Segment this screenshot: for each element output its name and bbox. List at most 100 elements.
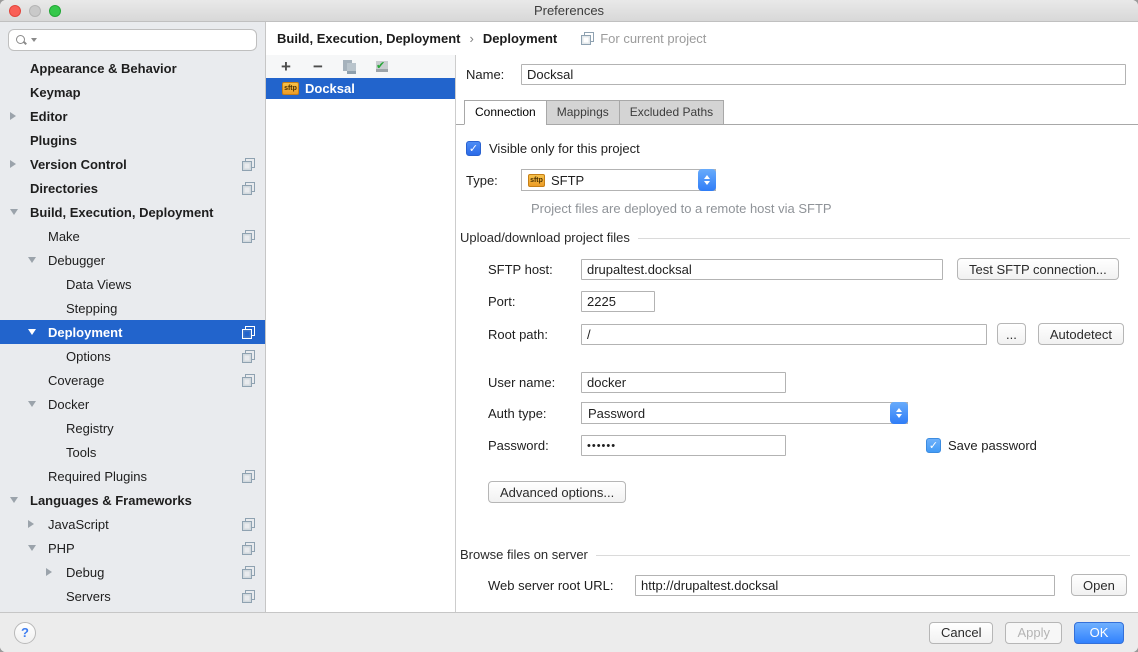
sidebar-item-label: PHP [48, 541, 75, 556]
sidebar-item-label: Registry [66, 421, 114, 436]
tree-down-arrow-icon[interactable] [10, 497, 30, 503]
sftp-type-icon: sftp [528, 174, 545, 187]
for-current-project-icon [242, 326, 255, 339]
sidebar-item-keymap[interactable]: Keymap [0, 80, 265, 104]
tab-mappings[interactable]: Mappings [546, 100, 619, 125]
settings-sidebar: Appearance & Behavior KeymapEditor Plugins… [0, 22, 266, 612]
sidebar-item-appearance-behavior[interactable]: Appearance & Behavior [0, 56, 265, 80]
sidebar-item-javascript[interactable]: JavaScript [0, 512, 265, 536]
copy-server-button[interactable] [342, 59, 358, 75]
sidebar-item-php[interactable]: PHP [0, 536, 265, 560]
sidebar-item-data-views[interactable]: Data Views [0, 272, 265, 296]
tab-connection[interactable]: Connection [464, 100, 546, 125]
type-select[interactable]: sftp SFTP [521, 169, 716, 191]
sidebar-item-servers[interactable]: Servers [0, 584, 265, 608]
tree-down-arrow-icon[interactable] [10, 209, 30, 215]
advanced-options-button[interactable]: Advanced options... [488, 481, 626, 503]
user-name-label: User name: [488, 375, 581, 390]
sidebar-item-label: Plugins [30, 133, 77, 148]
root-path-input[interactable] [581, 324, 987, 345]
port-input[interactable] [581, 291, 655, 312]
sidebar-item-label: Coverage [48, 373, 104, 388]
sidebar-item-tools[interactable]: Tools [0, 440, 265, 464]
web-root-input[interactable] [635, 575, 1055, 596]
zoom-window-button[interactable] [49, 5, 61, 17]
dropdown-stepper-icon [890, 402, 908, 424]
port-label: Port: [488, 294, 581, 309]
sidebar-item-registry[interactable]: Registry [0, 416, 265, 440]
auth-type-label: Auth type: [488, 406, 581, 421]
save-password-checkbox[interactable]: ✓ [926, 438, 941, 453]
sidebar-item-plugins[interactable]: Plugins [0, 128, 265, 152]
tree-right-arrow-icon[interactable] [10, 160, 30, 168]
use-as-default-button[interactable] [374, 59, 390, 75]
sftp-host-input[interactable] [581, 259, 943, 280]
tab-excluded-paths[interactable]: Excluded Paths [619, 100, 724, 125]
sidebar-item-docker[interactable]: Docker [0, 392, 265, 416]
tree-right-arrow-icon[interactable] [28, 520, 48, 528]
breadcrumb-parent[interactable]: Build, Execution, Deployment [277, 31, 460, 46]
use-as-default-icon [375, 60, 389, 74]
settings-search-input[interactable] [8, 29, 257, 51]
sidebar-item-make[interactable]: Make [0, 224, 265, 248]
tree-right-arrow-icon[interactable] [46, 568, 66, 576]
tree-down-arrow-icon[interactable] [28, 545, 48, 551]
sidebar-item-languages-frameworks[interactable]: Languages & Frameworks [0, 488, 265, 512]
sidebar-item-label: Appearance & Behavior [30, 61, 177, 76]
sidebar-item-coverage[interactable]: Coverage [0, 368, 265, 392]
scope-indicator: For current project [581, 31, 706, 46]
save-password-row: ✓ Save password [926, 438, 1037, 453]
type-label: Type: [466, 173, 521, 188]
minimize-window-button[interactable] [29, 5, 41, 17]
browse-section-title: Browse files on server [460, 547, 588, 562]
tree-down-arrow-icon[interactable] [28, 257, 48, 263]
sidebar-item-stepping[interactable]: Stepping [0, 296, 265, 320]
name-row: Name: [466, 64, 1126, 85]
for-current-project-icon [242, 566, 255, 579]
auth-type-select[interactable]: Password [581, 402, 908, 424]
sidebar-item-version-control[interactable]: Version Control [0, 152, 265, 176]
sftp-host-row: SFTP host: Test SFTP connection... [488, 258, 1138, 280]
tree-down-arrow-icon[interactable] [28, 329, 48, 335]
browse-section-header: Browse files on server [460, 547, 1130, 562]
sidebar-item-deployment[interactable]: Deployment [0, 320, 265, 344]
close-window-button[interactable] [9, 5, 21, 17]
tree-down-arrow-icon[interactable] [28, 401, 48, 407]
sidebar-item-build-execution-deployment[interactable]: Build, Execution, Deployment [0, 200, 265, 224]
add-server-button[interactable]: + [278, 59, 294, 75]
help-button[interactable]: ? [14, 622, 36, 644]
password-input[interactable] [581, 435, 786, 456]
port-row: Port: [488, 291, 1138, 312]
save-password-label: Save password [948, 438, 1037, 453]
sftp-host-label: SFTP host: [488, 262, 581, 277]
web-root-label: Web server root URL: [488, 578, 635, 593]
open-button[interactable]: Open [1071, 574, 1127, 596]
name-input[interactable] [521, 64, 1126, 85]
server-list-item-docksal[interactable]: sftpDocksal [266, 78, 455, 99]
cancel-button[interactable]: Cancel [929, 622, 993, 644]
browse-root-path-button[interactable]: ... [997, 323, 1026, 345]
autodetect-button[interactable]: Autodetect [1038, 323, 1124, 345]
test-sftp-connection-button[interactable]: Test SFTP connection... [957, 258, 1119, 280]
tree-right-arrow-icon[interactable] [10, 112, 30, 120]
visible-only-row: ✓ Visible only for this project [466, 141, 1138, 156]
sidebar-item-directories[interactable]: Directories [0, 176, 265, 200]
sidebar-item-options[interactable]: Options [0, 344, 265, 368]
sidebar-item-required-plugins[interactable]: Required Plugins [0, 464, 265, 488]
sidebar-item-label: Version Control [30, 157, 127, 172]
visible-only-checkbox[interactable]: ✓ [466, 141, 481, 156]
for-current-project-icon [242, 158, 255, 171]
for-current-project-icon [581, 32, 594, 45]
user-name-input[interactable] [581, 372, 786, 393]
ok-button[interactable]: OK [1074, 622, 1124, 644]
apply-button[interactable]: Apply [1005, 622, 1062, 644]
sidebar-item-label: Servers [66, 589, 111, 604]
for-current-project-icon [242, 230, 255, 243]
sidebar-item-debug[interactable]: Debug [0, 560, 265, 584]
search-options-caret-icon[interactable] [31, 38, 37, 42]
sidebar-item-debugger[interactable]: Debugger [0, 248, 265, 272]
remove-server-button[interactable]: − [310, 59, 326, 75]
sidebar-item-label: Make [48, 229, 80, 244]
for-current-project-icon [242, 350, 255, 363]
sidebar-item-editor[interactable]: Editor [0, 104, 265, 128]
